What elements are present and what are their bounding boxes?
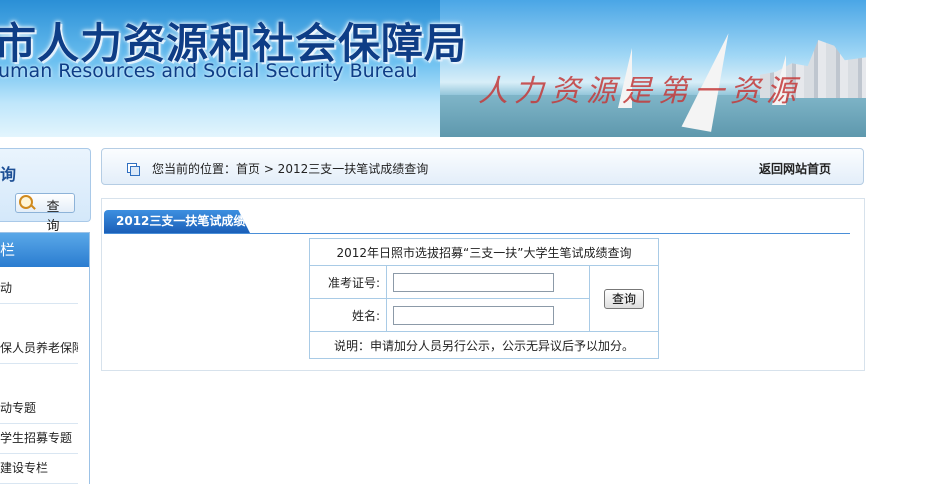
breadcrumb-path[interactable]: 您当前的位置：首页 > 2012三支一扶笔试成绩查询 bbox=[152, 160, 428, 177]
query-form: 2012年日照市选拔招募“三支一扶”大学生笔试成绩查询 准考证号: 查询 姓名:… bbox=[309, 238, 659, 359]
form-caption: 2012年日照市选拔招募“三支一扶”大学生笔试成绩查询 bbox=[309, 238, 659, 266]
sidebar-search-title: 询 bbox=[0, 165, 17, 184]
back-home-link[interactable]: 返回网站首页 bbox=[759, 160, 831, 177]
tab-divider bbox=[104, 233, 850, 234]
query-button[interactable]: 查询 bbox=[604, 288, 644, 309]
sidebar-item[interactable]: 学生招募专题 bbox=[0, 423, 78, 454]
sidebar-item[interactable]: 动 bbox=[0, 273, 78, 304]
sidebar-item[interactable]: 动专题 bbox=[0, 393, 78, 424]
sidebar-item[interactable]: 保人员养老保障专 bbox=[0, 333, 78, 364]
content-panel: 2012三支一扶笔试成绩 2012年日照市选拔招募“三支一扶”大学生笔试成绩查询… bbox=[101, 198, 865, 371]
magnifier-icon bbox=[19, 195, 33, 209]
sidebar-menu-header: 栏 bbox=[0, 233, 89, 267]
exam-no-input[interactable] bbox=[393, 272, 554, 292]
banner-slogan: 人力资源是第一资源 bbox=[478, 74, 802, 109]
exam-no-label: 准考证号: bbox=[309, 265, 387, 299]
site-title-en: uman Resources and Social Security Burea… bbox=[0, 60, 418, 82]
windows-icon bbox=[127, 163, 140, 176]
sidebar-search-button-label: 查询 bbox=[46, 199, 66, 233]
name-label: 姓名: bbox=[309, 298, 387, 332]
breadcrumb: 您当前的位置：首页 > 2012三支一扶笔试成绩查询 返回网站首页 bbox=[101, 148, 864, 185]
name-input[interactable] bbox=[393, 305, 554, 325]
sidebar-item[interactable]: 建设专栏 bbox=[0, 453, 78, 484]
form-note: 说明：申请加分人员另行公示，公示无异议后予以加分。 bbox=[309, 331, 659, 359]
content-tab: 2012三支一扶笔试成绩 bbox=[104, 210, 250, 233]
header-banner: 市人力资源和社会保障局 uman Resources and Social Se… bbox=[0, 0, 866, 137]
sidebar-search-button[interactable]: 查询 bbox=[15, 193, 75, 233]
sidebar-menu: 栏 动 保人员养老保障专 动专题 学生招募专题 建设专栏 bbox=[0, 232, 90, 484]
